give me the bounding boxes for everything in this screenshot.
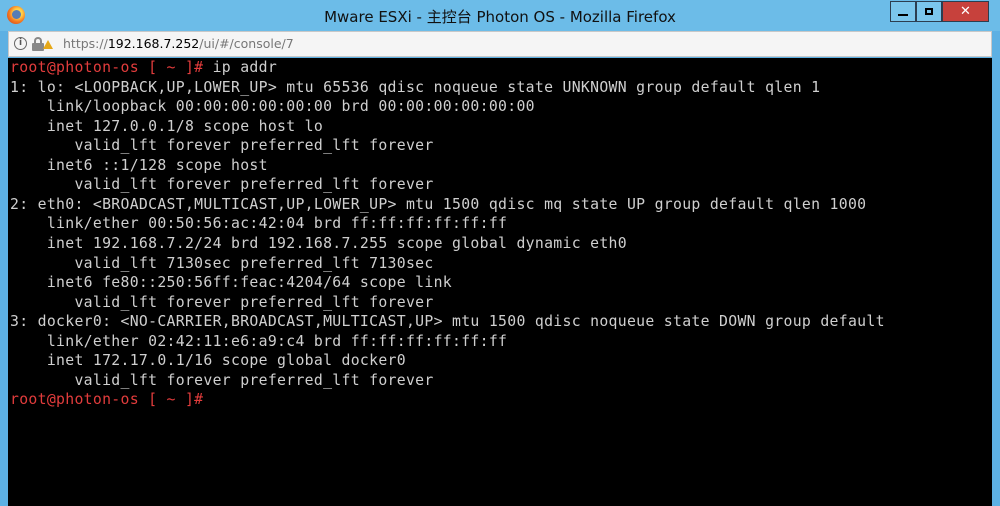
minimize-icon xyxy=(898,13,908,16)
title-bar[interactable]: Mware ESXi - 主控台 Photon OS - Mozilla Fir… xyxy=(0,0,1000,31)
url-text[interactable]: https://192.168.7.252/ui/#/console/7 xyxy=(63,36,294,51)
terminal-output-line: link/loopback 00:00:00:00:00:00 brd 00:0… xyxy=(10,98,535,116)
terminal-prompt-line: root@photon-os [ ~ ]# xyxy=(10,390,203,410)
prompt-dir: [ ~ ]# xyxy=(138,391,204,409)
url-scheme: https:// xyxy=(63,36,108,51)
info-icon[interactable]: i xyxy=(14,37,27,50)
terminal-output-line: valid_lft forever preferred_lft forever xyxy=(10,176,434,194)
prompt-user: root@photon-os xyxy=(10,391,139,409)
window-title: Mware ESXi - 主控台 Photon OS - Mozilla Fir… xyxy=(324,8,676,26)
terminal-output-line: inet6 ::1/128 scope host xyxy=(10,156,268,174)
minimize-button[interactable] xyxy=(890,1,916,22)
terminal-output-line: link/ether 00:50:56:ac:42:04 brd ff:ff:f… xyxy=(10,215,508,233)
terminal-output-line: inet 172.17.0.1/16 scope global docker0 xyxy=(10,352,406,370)
terminal-output-line: valid_lft 7130sec preferred_lft 7130sec xyxy=(10,254,434,272)
close-icon: ✕ xyxy=(960,4,971,19)
warning-icon xyxy=(43,40,53,49)
console-terminal[interactable]: root@photon-os [ ~ ]# ip addr 1: lo: <LOO… xyxy=(8,58,992,506)
prompt-command: ip addr xyxy=(203,59,278,76)
url-host: 192.168.7.252 xyxy=(107,36,200,51)
terminal-output-line: valid_lft forever preferred_lft forever xyxy=(10,371,434,389)
terminal-output-line: valid_lft forever preferred_lft forever xyxy=(10,137,434,155)
close-button[interactable]: ✕ xyxy=(942,1,989,22)
terminal-prompt-line: root@photon-os [ ~ ]# ip addr xyxy=(10,58,277,78)
terminal-output-line: valid_lft forever preferred_lft forever xyxy=(10,293,434,311)
terminal-output-line: 2: eth0: <BROADCAST,MULTICAST,UP,LOWER_U… xyxy=(10,195,867,213)
browser-window: Mware ESXi - 主控台 Photon OS - Mozilla Fir… xyxy=(0,0,1000,506)
maximize-icon xyxy=(925,8,933,15)
url-path: /ui/#/console/7 xyxy=(199,36,294,51)
prompt-user: root@photon-os xyxy=(10,59,139,76)
terminal-output-line: inet 127.0.0.1/8 scope host lo xyxy=(10,117,324,135)
terminal-output-line: link/ether 02:42:11:e6:a9:c4 brd ff:ff:f… xyxy=(10,332,508,350)
terminal-output-line: inet6 fe80::250:56ff:feac:4204/64 scope … xyxy=(10,274,453,292)
maximize-button[interactable] xyxy=(916,1,942,22)
terminal-output-line: 3: docker0: <NO-CARRIER,BROADCAST,MULTIC… xyxy=(10,313,885,331)
url-bar[interactable]: i https://192.168.7.252/ui/#/console/7 xyxy=(8,31,992,57)
terminal-output-line: 1: lo: <LOOPBACK,UP,LOWER_UP> mtu 65536 … xyxy=(10,78,821,96)
terminal-output-line: inet 192.168.7.2/24 brd 192.168.7.255 sc… xyxy=(10,234,627,252)
prompt-dir: [ ~ ]# xyxy=(138,59,204,76)
